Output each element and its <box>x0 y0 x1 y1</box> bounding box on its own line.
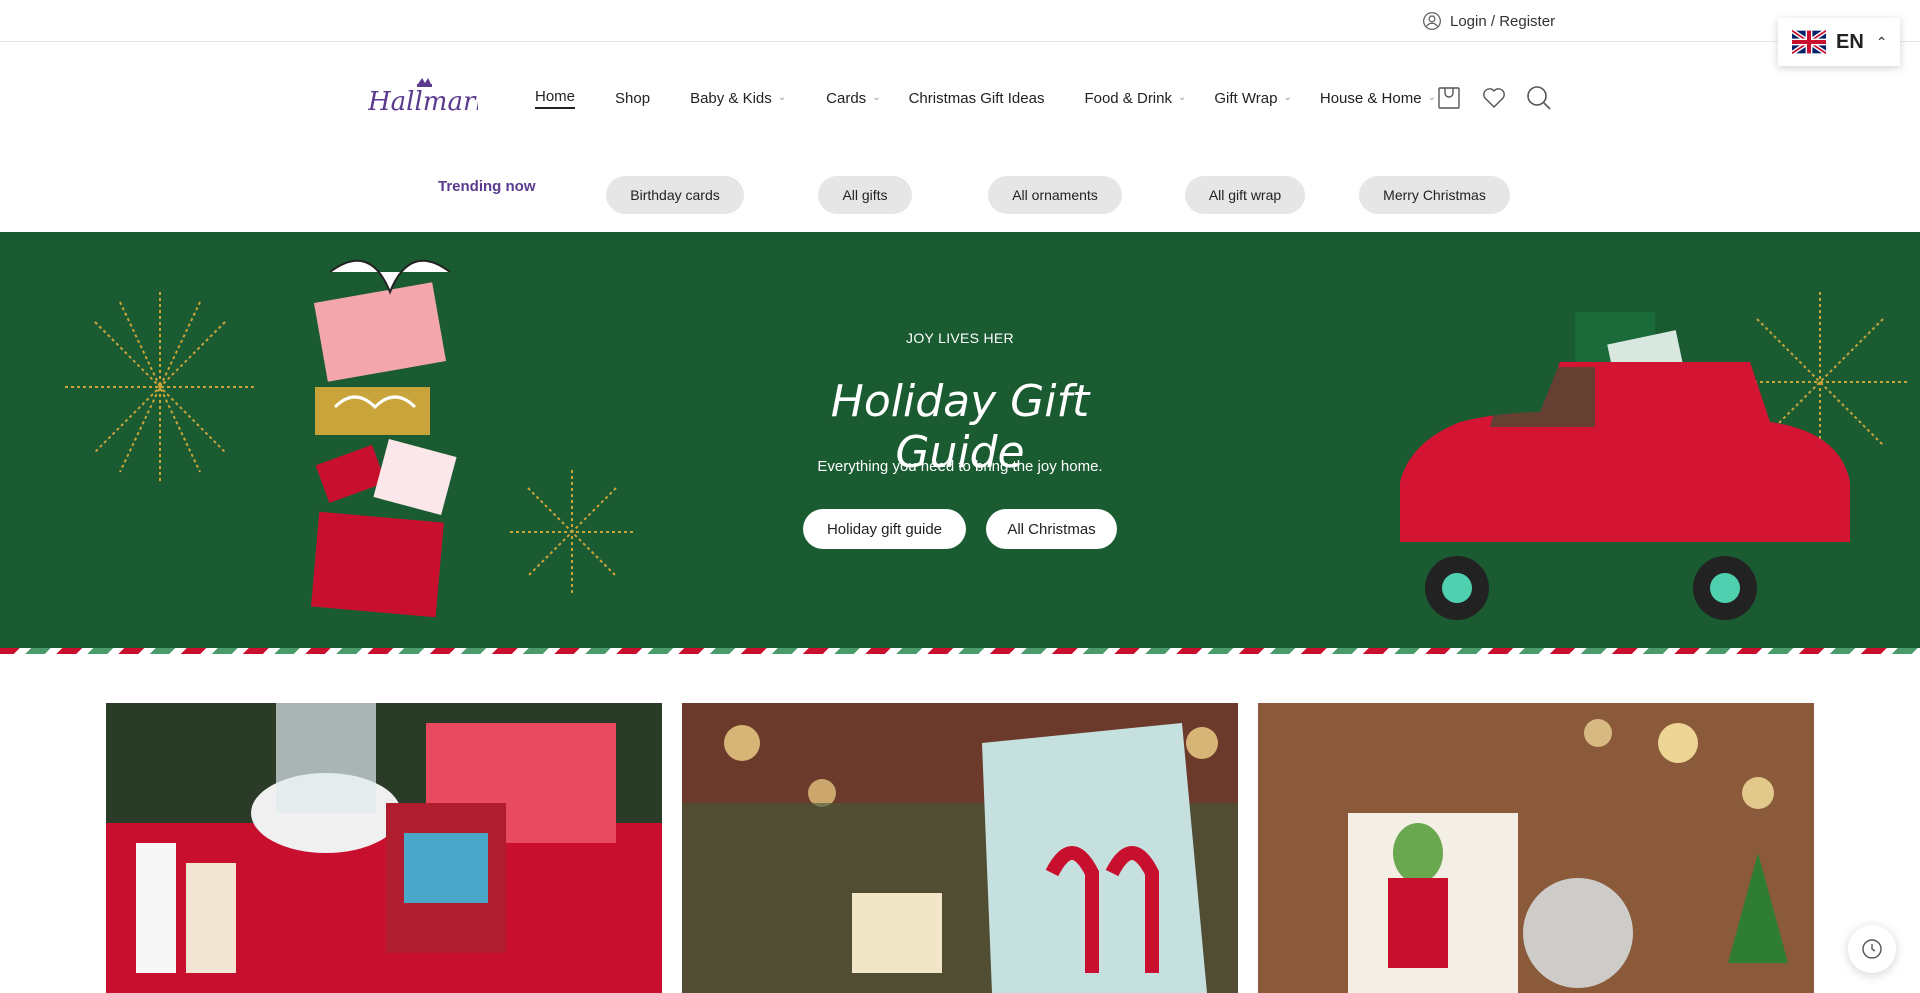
all-christmas-button[interactable]: All Christmas <box>986 509 1117 549</box>
main-header: Hallmark Home Shop Baby & Kids⌄ Cards⌄ C… <box>0 42 1920 154</box>
chevron-down-icon: ⌄ <box>1427 92 1436 103</box>
trending-pill-all-gifts[interactable]: All gifts <box>818 176 912 214</box>
header-icons <box>1436 85 1552 111</box>
nav-food-drink[interactable]: Food & Drink ⌄ <box>1084 90 1186 107</box>
heart-icon[interactable] <box>1481 85 1507 111</box>
decorative-stripe <box>0 648 1920 654</box>
chevron-down-icon: ⌄ <box>872 92 881 103</box>
trending-label: Trending now <box>438 178 536 195</box>
trending-pill-merry-christmas[interactable]: Merry Christmas <box>1359 176 1510 214</box>
grinch-ornament-image <box>1258 703 1814 993</box>
login-register-label: Login / Register <box>1450 12 1556 30</box>
holiday-gift-guide-button[interactable]: Holiday gift guide <box>803 509 966 549</box>
cards-image-card[interactable] <box>682 703 1238 993</box>
hero-subtitle: Everything you need to bring the joy hom… <box>817 458 1103 475</box>
top-utility-bar: Login / Register <box>0 0 1920 42</box>
chevron-down-icon: ⌄ <box>777 92 787 103</box>
nav-baby-kids[interactable]: Baby & Kids ⌄ <box>690 90 786 107</box>
user-icon <box>1423 12 1441 30</box>
trending-pill-all-gift-wrap[interactable]: All gift wrap <box>1185 176 1305 214</box>
chevron-down-icon: ⌄ <box>1283 92 1292 103</box>
language-selector[interactable]: EN ⌃ <box>1778 18 1900 66</box>
history-icon <box>1862 939 1882 959</box>
hero-eyebrow: JOY LIVES HER <box>906 330 1014 346</box>
chevron-down-icon: ⌄ <box>1178 92 1187 103</box>
nav-gift-wrap[interactable]: Gift Wrap ⌄ <box>1214 90 1291 107</box>
chevron-up-icon: ⌃ <box>1875 33 1888 50</box>
ornaments-image <box>106 703 662 993</box>
nav-christmas-gift-ideas[interactable]: Christmas Gift Ideas <box>909 90 1045 107</box>
nav-home[interactable]: Home <box>535 88 576 109</box>
search-icon[interactable] <box>1526 85 1552 111</box>
trending-pill-all-ornaments[interactable]: All ornaments <box>988 176 1122 214</box>
svg-text:Hallmark: Hallmark <box>368 87 478 117</box>
hero-banner: JOY LIVES HER Holiday Gift Guide Everyth… <box>0 232 1920 648</box>
uk-flag-icon <box>1792 30 1826 54</box>
nav-house-home[interactable]: House & Home ⌄ <box>1320 90 1436 107</box>
red-car <box>1400 312 1850 620</box>
history-button[interactable] <box>1848 925 1896 973</box>
starburst-left <box>65 292 255 482</box>
hallmark-logo[interactable]: Hallmark <box>368 76 478 120</box>
christmas-card-image <box>682 703 1238 993</box>
grinch-image-card[interactable] <box>1258 703 1814 993</box>
language-code: EN <box>1836 30 1864 53</box>
ornaments-image-card[interactable] <box>106 703 662 993</box>
nav-shop[interactable]: Shop <box>615 90 650 107</box>
login-register-link[interactable]: Login / Register <box>1422 11 1555 31</box>
main-nav: Home Shop Baby & Kids ⌄ Cards ⌄ Christmas … <box>535 88 1476 109</box>
cart-icon[interactable] <box>1436 85 1462 111</box>
trending-pill-birthday-cards[interactable]: Birthday cards <box>606 176 744 214</box>
gift-stack <box>311 259 457 618</box>
hero-content: JOY LIVES HER Holiday Gift Guide Everyth… <box>760 232 1160 648</box>
starburst-small <box>510 470 634 594</box>
trending-bar: Trending now Birthday cards All gifts Al… <box>0 154 1920 232</box>
nav-cards[interactable]: Cards ⌄ <box>826 90 880 107</box>
